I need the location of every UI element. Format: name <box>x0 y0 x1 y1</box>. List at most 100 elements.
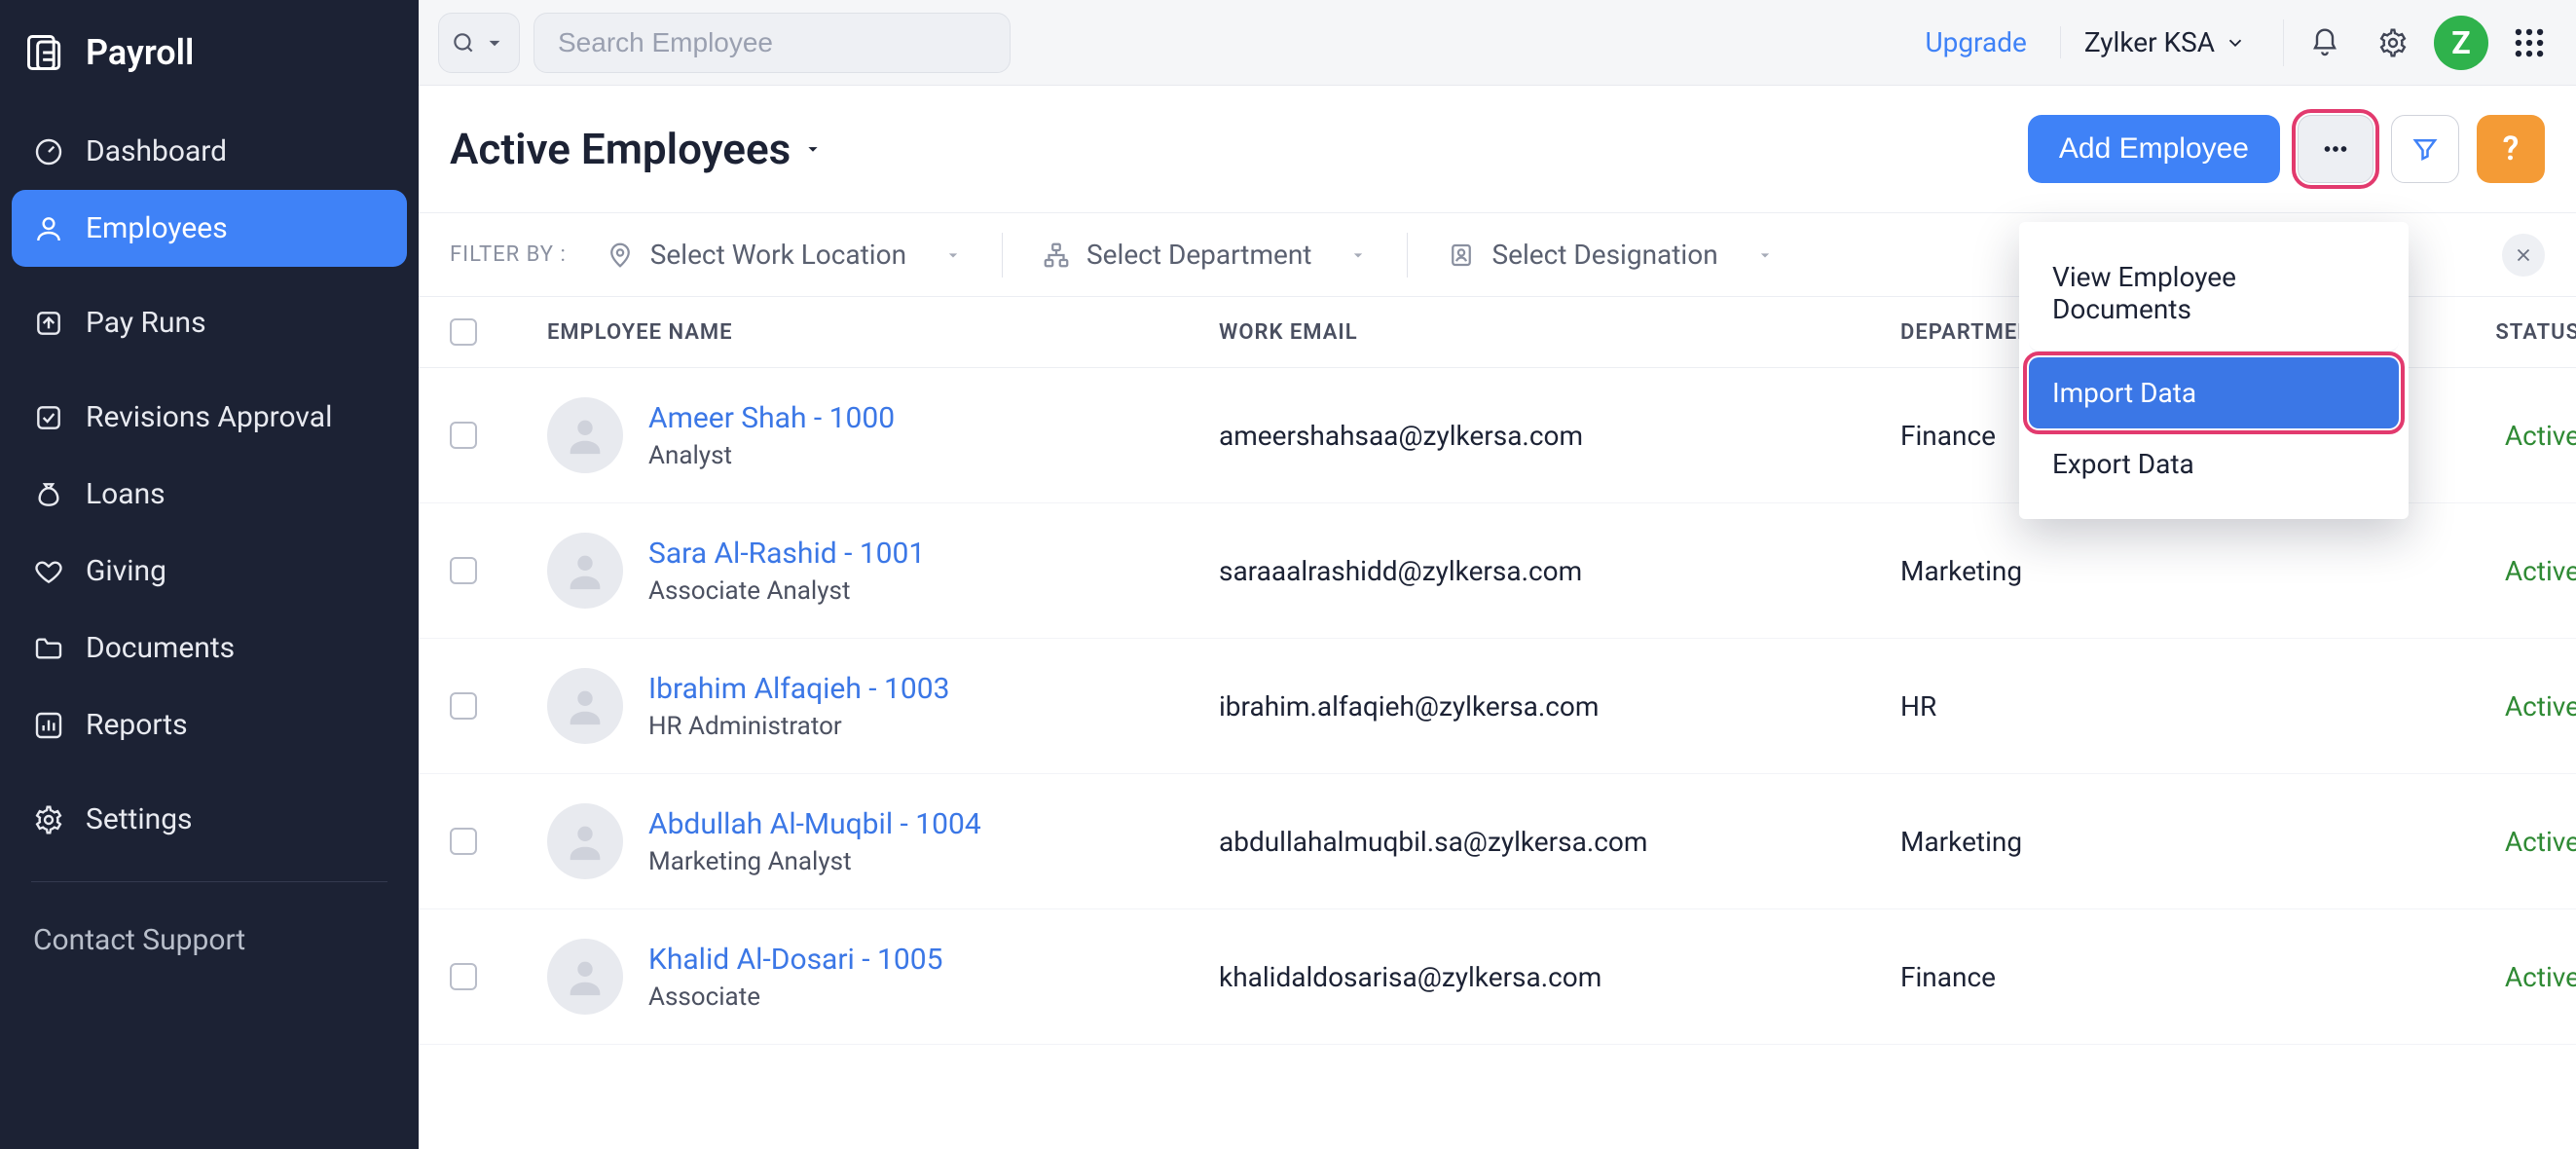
sidebar-item-label: Pay Runs <box>86 306 206 340</box>
sidebar-divider <box>31 881 387 882</box>
employee-status: Active <box>2319 555 2576 587</box>
employee-name-link[interactable]: Abdullah Al-Muqbil - 1004 <box>648 807 981 841</box>
filter-icon <box>2410 134 2440 164</box>
main-content: Upgrade Zylker KSA Z Active Employees <box>419 0 2576 1149</box>
employee-email: ibrahim.alfaqieh@zylkersa.com <box>1219 690 1900 723</box>
col-email: WORK EMAIL <box>1219 320 1900 345</box>
caret-down-icon <box>943 245 963 265</box>
search-icon <box>451 30 476 56</box>
clear-filters-button[interactable] <box>2502 234 2545 277</box>
employee-department: Finance <box>1900 961 2319 993</box>
caret-down-icon <box>802 138 824 160</box>
check-square-icon <box>33 402 64 433</box>
id-badge-icon <box>1447 241 1476 270</box>
page-header: Active Employees Add Employee ? View Emp… <box>419 86 2576 212</box>
org-switcher[interactable]: Zylker KSA <box>2060 26 2269 58</box>
row-checkbox[interactable] <box>450 557 477 584</box>
help-label: ? <box>2503 130 2520 168</box>
bell-icon <box>2309 27 2340 58</box>
settings-button[interactable] <box>2366 16 2420 70</box>
more-actions-menu: View Employee Documents Import Data Expo… <box>2019 222 2409 519</box>
employee-name-link[interactable]: Sara Al-Rashid - 1001 <box>648 537 925 571</box>
row-checkbox[interactable] <box>450 422 477 449</box>
employee-role: HR Administrator <box>648 712 949 741</box>
menu-item-export-data[interactable]: Export Data <box>2029 428 2399 500</box>
org-name: Zylker KSA <box>2084 26 2215 58</box>
add-employee-button[interactable]: Add Employee <box>2028 115 2280 183</box>
location-pin-icon <box>606 241 635 270</box>
divider <box>2283 19 2284 66</box>
page-title-dropdown[interactable]: Active Employees <box>450 124 824 174</box>
user-icon <box>33 213 64 244</box>
sidebar-item-label: Dashboard <box>86 134 227 168</box>
menu-item-view-documents[interactable]: View Employee Documents <box>2029 241 2399 352</box>
employee-name-link[interactable]: Ibrahim Alfaqieh - 1003 <box>648 672 949 706</box>
divider <box>1002 233 1003 278</box>
sidebar-item-pay-runs[interactable]: Pay Runs <box>12 284 407 361</box>
filter-text: Select Designation <box>1491 239 1717 271</box>
employee-name-link[interactable]: Khalid Al-Dosari - 1005 <box>648 943 942 977</box>
employee-status: Active <box>2319 826 2576 858</box>
filter-designation[interactable]: Select Designation <box>1439 231 1782 278</box>
employee-name-link[interactable]: Ameer Shah - 1000 <box>648 401 895 435</box>
employee-department: HR <box>1900 690 2319 723</box>
employee-status: Active <box>2319 961 2576 993</box>
grid-icon <box>2511 24 2548 61</box>
heart-icon <box>33 556 64 587</box>
select-all-checkbox[interactable] <box>450 318 477 346</box>
employee-department: Marketing <box>1900 826 2319 858</box>
sidebar-item-revisions-approval[interactable]: Revisions Approval <box>12 379 407 456</box>
filter-text: Select Work Location <box>650 239 906 271</box>
row-checkbox[interactable] <box>450 963 477 990</box>
table-row: Khalid Al-Dosari - 1005 Associate khalid… <box>419 909 2576 1045</box>
search-scope-button[interactable] <box>438 13 520 73</box>
close-icon <box>2513 244 2534 266</box>
avatar-placeholder-icon <box>547 397 623 473</box>
sidebar-item-giving[interactable]: Giving <box>12 533 407 610</box>
employee-role: Marketing Analyst <box>648 847 981 876</box>
more-actions-button[interactable] <box>2298 115 2374 183</box>
employee-email: khalidaldosarisa@zylkersa.com <box>1219 961 1900 993</box>
employee-department: Marketing <box>1900 555 2319 587</box>
row-checkbox[interactable] <box>450 692 477 720</box>
sidebar-item-employees[interactable]: Employees <box>12 190 407 267</box>
search-input[interactable] <box>534 13 1011 73</box>
avatar-placeholder-icon <box>547 668 623 744</box>
caret-down-icon <box>482 30 507 56</box>
org-chart-icon <box>1042 241 1071 270</box>
employee-role: Associate <box>648 982 942 1012</box>
page-title-text: Active Employees <box>450 124 791 174</box>
sidebar-item-reports[interactable]: Reports <box>12 686 407 763</box>
sidebar-item-dashboard[interactable]: Dashboard <box>12 113 407 190</box>
employee-email: abdullahalmuqbil.sa@zylkersa.com <box>1219 826 1900 858</box>
employee-status: Active <box>2319 690 2576 723</box>
avatar-placeholder-icon <box>547 939 623 1015</box>
filter-work-location[interactable]: Select Work Location <box>598 231 971 278</box>
app-launcher-button[interactable] <box>2502 16 2557 70</box>
gauge-icon <box>33 136 64 167</box>
sidebar-item-settings[interactable]: Settings <box>12 781 407 858</box>
menu-item-import-data[interactable]: Import Data <box>2029 357 2399 428</box>
employee-role: Analyst <box>648 441 895 470</box>
chevron-down-icon <box>2225 32 2246 54</box>
sidebar-item-documents[interactable]: Documents <box>12 610 407 686</box>
header-actions: Add Employee ? View Employee Documents I… <box>2028 115 2545 183</box>
help-button[interactable]: ? <box>2477 115 2545 183</box>
upgrade-link[interactable]: Upgrade <box>1905 26 2045 58</box>
employee-email: saraaalrashidd@zylkersa.com <box>1219 555 1900 587</box>
filter-button[interactable] <box>2391 115 2459 183</box>
notifications-button[interactable] <box>2298 16 2352 70</box>
sidebar: Payroll Dashboard Employees Pay Runs Rev… <box>0 0 419 1149</box>
table-row: Sara Al-Rashid - 1001 Associate Analyst … <box>419 503 2576 639</box>
topbar: Upgrade Zylker KSA Z <box>419 0 2576 86</box>
col-name: EMPLOYEE NAME <box>547 320 1219 345</box>
filter-text: Select Department <box>1086 239 1311 271</box>
filter-department[interactable]: Select Department <box>1034 231 1376 278</box>
row-checkbox[interactable] <box>450 828 477 855</box>
user-avatar[interactable]: Z <box>2434 16 2488 70</box>
contact-support-link[interactable]: Contact Support <box>12 906 407 975</box>
employee-email: ameershahsaa@zylkersa.com <box>1219 420 1900 452</box>
sidebar-item-loans[interactable]: Loans <box>12 456 407 533</box>
payroll-logo-icon <box>23 31 66 74</box>
moneybag-icon <box>33 479 64 510</box>
